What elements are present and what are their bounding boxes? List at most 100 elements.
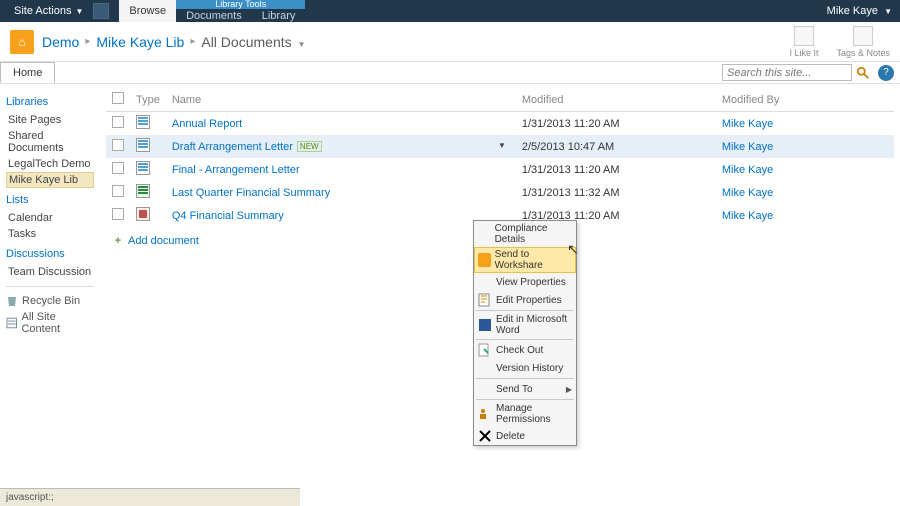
tab-library[interactable]: Library [252, 9, 306, 22]
nav-shared-docs[interactable]: Shared Documents [6, 128, 94, 156]
nav-site-pages[interactable]: Site Pages [6, 112, 94, 128]
edit-icon [478, 293, 492, 307]
context-menu: Compliance Details Send to Workshare Vie… [473, 220, 577, 446]
file-doc-icon [136, 138, 150, 152]
site-actions-label: Site Actions [14, 5, 71, 17]
tab-documents[interactable]: Documents [176, 9, 252, 22]
file-ppt-icon [136, 207, 150, 221]
recycle-icon [6, 295, 18, 307]
nav-mike-kaye-lib[interactable]: Mike Kaye Lib [6, 172, 94, 188]
chevron-right-icon: ▶ [566, 385, 572, 394]
nav-team-discussion[interactable]: Team Discussion [6, 264, 94, 280]
chevron-down-icon: ▼ [298, 40, 306, 49]
breadcrumb: Demo ▸ Mike Kaye Lib ▸ All Documents ▼ [42, 34, 305, 50]
plus-icon: + [112, 235, 124, 247]
library-tools-label: Library Tools [176, 0, 305, 9]
menu-version-history[interactable]: Version History [474, 359, 576, 377]
tab-home[interactable]: Home [0, 62, 55, 83]
menu-delete[interactable]: Delete [474, 427, 576, 445]
modified-date: 1/31/2013 11:32 AM [516, 181, 716, 204]
nav-heading-lists[interactable]: Lists [6, 194, 94, 206]
nav-heading-libraries[interactable]: Libraries [6, 96, 94, 108]
row-checkbox[interactable] [112, 139, 124, 151]
modified-by-link[interactable]: Mike Kaye [722, 164, 773, 176]
doc-name-link[interactable]: Last Quarter Financial Summary [172, 187, 330, 199]
table-row[interactable]: Last Quarter Financial Summary 1/31/2013 … [106, 181, 894, 204]
table-row[interactable]: Final - Arrangement Letter 1/31/2013 11:2… [106, 158, 894, 181]
table-row[interactable]: Annual Report 1/31/2013 11:20 AM Mike Kaye [106, 112, 894, 136]
tags-notes-button[interactable]: Tags & Notes [836, 26, 890, 58]
select-all-checkbox[interactable] [112, 92, 124, 104]
file-xls-icon [136, 184, 150, 198]
status-bar: javascript:; [0, 488, 300, 506]
menu-send-to[interactable]: Send To▶ [474, 380, 576, 398]
modified-by-link[interactable]: Mike Kaye [722, 118, 773, 130]
doc-name-link[interactable]: Draft Arrangement Letter [172, 141, 293, 153]
modified-by-link[interactable]: Mike Kaye [722, 210, 773, 222]
document-list: Type Name Modified Modified By Annual Re… [106, 88, 894, 227]
user-menu[interactable]: Mike Kaye ▼ [827, 5, 892, 17]
file-doc-icon [136, 115, 150, 129]
doc-name-link[interactable]: Q4 Financial Summary [172, 210, 284, 222]
breadcrumb-view[interactable]: All Documents ▼ [201, 34, 305, 50]
word-icon [478, 318, 492, 332]
menu-manage-permissions[interactable]: Manage Permissions [474, 401, 576, 427]
search-button[interactable] [854, 64, 872, 82]
col-name[interactable]: Name [166, 88, 516, 112]
breadcrumb-lib[interactable]: Mike Kaye Lib [96, 34, 184, 50]
chevron-down-icon: ▼ [75, 7, 83, 16]
modified-by-link[interactable]: Mike Kaye [722, 187, 773, 199]
menu-compliance-details[interactable]: Compliance Details [474, 221, 576, 247]
row-checkbox[interactable] [112, 162, 124, 174]
workshare-icon [478, 253, 491, 267]
modified-date: 1/31/2013 11:20 AM [516, 112, 716, 136]
nav-up-icon[interactable] [93, 3, 109, 19]
col-type[interactable]: Type [130, 88, 166, 112]
chevron-right-icon: ▸ [190, 36, 195, 47]
site-actions-menu[interactable]: Site Actions ▼ [8, 0, 89, 22]
delete-icon [478, 429, 492, 443]
menu-view-properties[interactable]: View Properties [474, 273, 576, 291]
help-button[interactable]: ? [878, 65, 894, 81]
col-modified[interactable]: Modified [516, 88, 716, 112]
recycle-bin[interactable]: Recycle Bin [6, 293, 94, 309]
nav-calendar[interactable]: Calendar [6, 210, 94, 226]
menu-send-to-workshare[interactable]: Send to Workshare [474, 247, 576, 273]
site-logo-icon: ⌂ [10, 30, 34, 54]
modified-date: 1/31/2013 11:20 AM [516, 158, 716, 181]
search-input[interactable] [722, 64, 852, 81]
item-menu-button[interactable]: ▼ [494, 141, 510, 150]
tab-browse[interactable]: Browse [119, 0, 176, 22]
nav-legaltech[interactable]: LegalTech Demo [6, 156, 94, 172]
i-like-it-button[interactable]: I Like It [789, 26, 818, 58]
file-doc-icon [136, 161, 150, 175]
doc-name-link[interactable]: Final - Arrangement Letter [172, 164, 300, 176]
list-icon [6, 317, 17, 329]
menu-edit-in-word[interactable]: Edit in Microsoft Word [474, 312, 576, 338]
breadcrumb-demo[interactable]: Demo [42, 34, 79, 50]
table-row[interactable]: Draft Arrangement Letter NEW ▼ 2/5/2013 10:… [106, 135, 894, 158]
nav-heading-discussions[interactable]: Discussions [6, 248, 94, 260]
permissions-icon [478, 407, 492, 421]
new-badge: NEW [297, 141, 322, 152]
like-icon [794, 26, 814, 46]
menu-edit-properties[interactable]: Edit Properties [474, 291, 576, 309]
chevron-right-icon: ▸ [85, 36, 90, 47]
user-name: Mike Kaye [827, 5, 878, 17]
left-nav: Libraries Site Pages Shared Documents Le… [0, 84, 100, 343]
tags-icon [853, 26, 873, 46]
menu-check-out[interactable]: Check Out [474, 341, 576, 359]
row-checkbox[interactable] [112, 208, 124, 220]
row-checkbox[interactable] [112, 185, 124, 197]
all-site-content[interactable]: All Site Content [6, 309, 94, 337]
col-modified-by[interactable]: Modified By [716, 88, 894, 112]
row-checkbox[interactable] [112, 116, 124, 128]
checkout-icon [478, 343, 492, 357]
nav-tasks[interactable]: Tasks [6, 226, 94, 242]
search-icon [856, 66, 870, 80]
modified-date: 2/5/2013 10:47 AM [516, 135, 716, 158]
add-document-link[interactable]: + Add document [106, 231, 205, 251]
doc-name-link[interactable]: Annual Report [172, 118, 242, 130]
chevron-down-icon: ▼ [884, 7, 892, 16]
modified-by-link[interactable]: Mike Kaye [722, 141, 773, 153]
